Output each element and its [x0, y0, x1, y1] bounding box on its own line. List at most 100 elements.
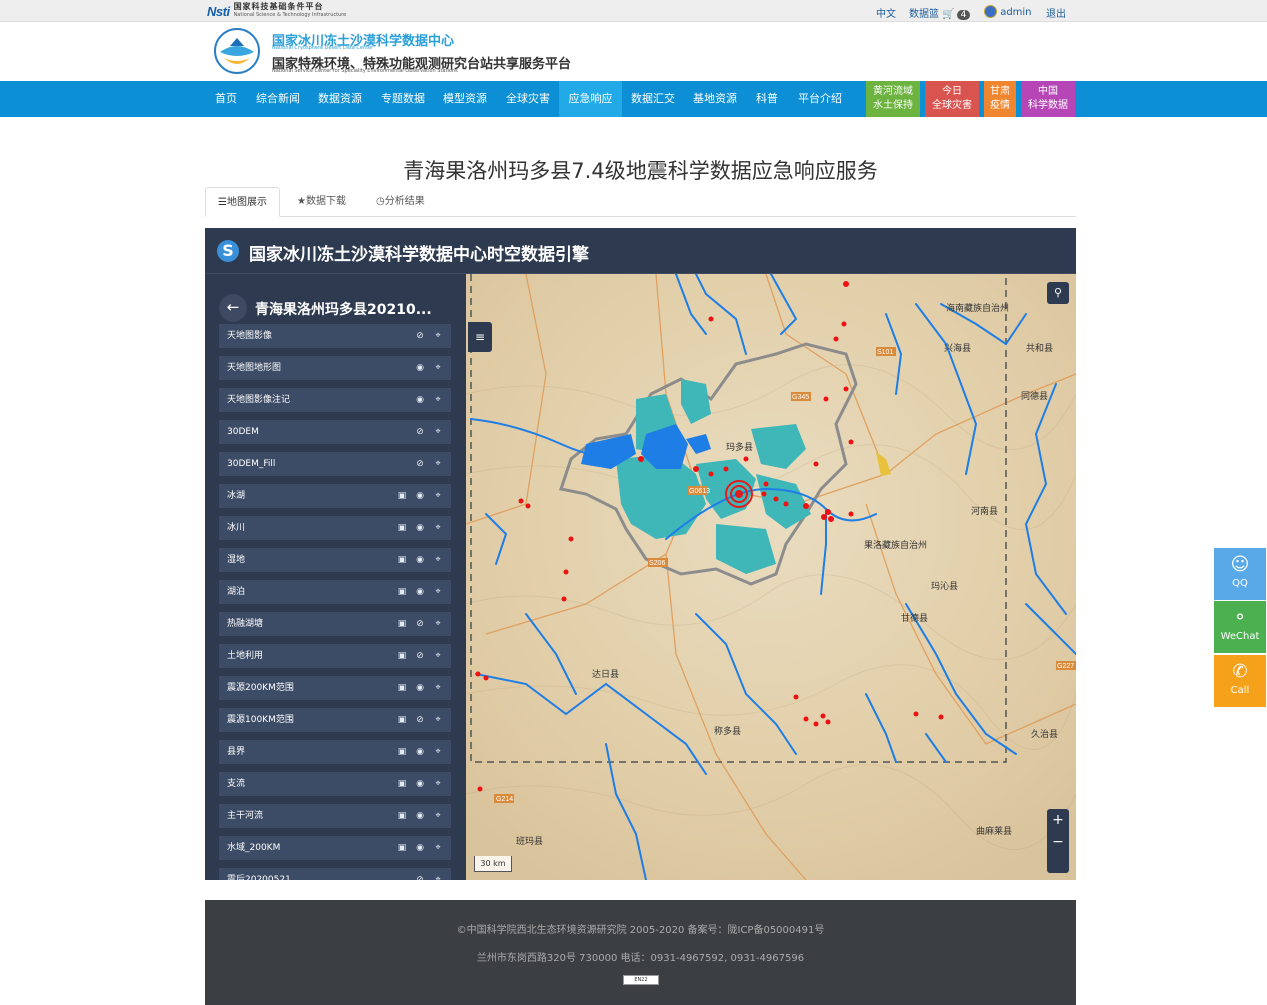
legend-icon[interactable]: ▣ — [397, 612, 407, 636]
nav-emergency-response[interactable]: 应急响应 — [559, 81, 622, 117]
tab-analysis-results[interactable]: ◷分析结果 — [364, 187, 437, 217]
toc-toggle-button[interactable]: ≡ — [468, 322, 492, 352]
nav-science[interactable]: 科普 — [751, 81, 783, 117]
nsti-logo[interactable]: Nsti 国家科技基础条件平台 National Science & Techn… — [207, 3, 346, 19]
layer-item[interactable]: 30DEM_Fill ⊘ ⌖ — [219, 452, 451, 476]
layer-item[interactable]: 热融湖塘 ▣ ⊘ ⌖ — [219, 612, 451, 636]
eye-icon[interactable]: ◉ — [415, 548, 425, 572]
layer-item[interactable]: 湖泊 ▣ ◉ ⌖ — [219, 580, 451, 604]
locate-icon[interactable]: ⌖ — [433, 484, 443, 508]
locate-icon[interactable]: ⌖ — [433, 580, 443, 604]
locate-icon[interactable]: ⌖ — [433, 868, 443, 880]
wechat-button[interactable]: ⚬ WeChat — [1214, 601, 1266, 653]
tag-china-science-data[interactable]: 中国 科学数据 — [1021, 81, 1075, 117]
locate-icon[interactable]: ⌖ — [433, 676, 443, 700]
locate-icon[interactable]: ⌖ — [433, 804, 443, 828]
tag-yellow-river[interactable]: 黄河流域 水土保持 — [866, 81, 920, 117]
eye-slash-icon[interactable]: ⊘ — [415, 324, 425, 348]
cart-link[interactable]: 数据篮 🛒 4 — [909, 5, 971, 20]
call-button[interactable]: ✆ Call — [1214, 655, 1266, 707]
legend-icon[interactable]: ▣ — [397, 676, 407, 700]
layer-item[interactable]: 冰湖 ▣ ◉ ⌖ — [219, 484, 451, 508]
legend-icon[interactable]: ▣ — [397, 516, 407, 540]
locate-icon[interactable]: ⌖ — [433, 548, 443, 572]
locate-icon[interactable]: ⌖ — [433, 452, 443, 476]
eye-slash-icon[interactable]: ⊘ — [415, 708, 425, 732]
map-view[interactable]: 海南藏族自治州 果洛藏族自治州 玛多县 兴海县 共和县 同德县 玛沁县 甘德县 … — [466, 274, 1076, 880]
tag-global-disasters[interactable]: 今日 全球灾害 — [925, 81, 979, 117]
zoom-in-button[interactable]: + — [1047, 809, 1069, 831]
layer-item[interactable]: 冰川 ▣ ◉ ⌖ — [219, 516, 451, 540]
eye-icon[interactable]: ◉ — [415, 356, 425, 380]
layer-item[interactable]: 土地利用 ▣ ⊘ ⌖ — [219, 644, 451, 668]
legend-icon[interactable]: ▣ — [397, 740, 407, 764]
layer-item[interactable]: 县界 ▣ ◉ ⌖ — [219, 740, 451, 764]
legend-icon[interactable]: ▣ — [397, 484, 407, 508]
eye-icon[interactable]: ◉ — [415, 772, 425, 796]
locate-icon[interactable]: ⌖ — [433, 612, 443, 636]
footer-badge[interactable]: EN22 — [623, 975, 659, 985]
locate-icon[interactable]: ⌖ — [433, 644, 443, 668]
back-button[interactable]: ← — [219, 294, 247, 322]
locate-icon[interactable]: ⌖ — [433, 836, 443, 860]
layer-item[interactable]: 湿地 ▣ ◉ ⌖ — [219, 548, 451, 572]
nav-model-resources[interactable]: 模型资源 — [439, 81, 491, 117]
locate-icon[interactable]: ⌖ — [433, 708, 443, 732]
locate-icon[interactable]: ⌖ — [433, 740, 443, 764]
logout-link[interactable]: 退出 — [1046, 5, 1066, 20]
nav-global-disasters[interactable]: 全球灾害 — [502, 81, 554, 117]
layer-item[interactable]: 主干河流 ▣ ◉ ⌖ — [219, 804, 451, 828]
locate-icon[interactable]: ⌖ — [433, 356, 443, 380]
legend-icon[interactable]: ▣ — [397, 772, 407, 796]
eye-icon[interactable]: ◉ — [415, 516, 425, 540]
layer-item[interactable]: 水域_200KM ▣ ◉ ⌖ — [219, 836, 451, 860]
nav-data-resources[interactable]: 数据资源 — [314, 81, 366, 117]
eye-icon[interactable]: ◉ — [415, 580, 425, 604]
locate-icon[interactable]: ⌖ — [433, 516, 443, 540]
zoom-out-button[interactable]: − — [1047, 831, 1069, 853]
legend-icon[interactable]: ▣ — [397, 708, 407, 732]
layer-item[interactable]: 30DEM ⊘ ⌖ — [219, 420, 451, 444]
locate-icon[interactable]: ⌖ — [433, 388, 443, 412]
center-logo[interactable] — [214, 28, 260, 74]
nav-home[interactable]: 首页 — [207, 81, 245, 117]
locate-icon[interactable]: ⌖ — [433, 324, 443, 348]
layer-item[interactable]: 支流 ▣ ◉ ⌖ — [219, 772, 451, 796]
eye-icon[interactable]: ◉ — [415, 804, 425, 828]
eye-slash-icon[interactable]: ⊘ — [415, 452, 425, 476]
legend-icon[interactable]: ▣ — [397, 580, 407, 604]
legend-icon[interactable]: ▣ — [397, 804, 407, 828]
eye-icon[interactable]: ◉ — [415, 484, 425, 508]
nav-data-submission[interactable]: 数据汇交 — [627, 81, 679, 117]
language-link[interactable]: 中文 — [876, 5, 896, 20]
legend-icon[interactable]: ▣ — [397, 836, 407, 860]
eye-icon[interactable]: ◉ — [415, 836, 425, 860]
eye-icon[interactable]: ◉ — [415, 676, 425, 700]
map-search-button[interactable]: ⚲ — [1047, 282, 1069, 304]
nav-news[interactable]: 综合新闻 — [252, 81, 304, 117]
user-menu[interactable]: admin — [984, 5, 1032, 18]
eye-slash-icon[interactable]: ⊘ — [415, 612, 425, 636]
layer-item[interactable]: 震后20200521 ⊘ ⌖ — [219, 868, 451, 880]
tab-data-download[interactable]: ★数据下载 — [285, 187, 358, 217]
nav-base-resources[interactable]: 基地资源 — [689, 81, 741, 117]
eye-slash-icon[interactable]: ⊘ — [415, 868, 425, 880]
layer-item[interactable]: 震源200KM范围 ▣ ◉ ⌖ — [219, 676, 451, 700]
layer-item[interactable]: 天地图影像注记 ◉ ⌖ — [219, 388, 451, 412]
eye-slash-icon[interactable]: ⊘ — [415, 644, 425, 668]
nav-about[interactable]: 平台介绍 — [793, 81, 847, 117]
locate-icon[interactable]: ⌖ — [433, 772, 443, 796]
eye-icon[interactable]: ◉ — [415, 388, 425, 412]
tab-map-view[interactable]: ☰地图展示 — [205, 187, 280, 217]
eye-icon[interactable]: ◉ — [415, 740, 425, 764]
legend-icon[interactable]: ▣ — [397, 548, 407, 572]
tag-gansu-epidemic[interactable]: 甘肃 疫情 — [984, 81, 1016, 117]
layer-item[interactable]: 天地图地形图 ◉ ⌖ — [219, 356, 451, 380]
nav-topic-data[interactable]: 专题数据 — [377, 81, 429, 117]
layer-item[interactable]: 天地图影像 ⊘ ⌖ — [219, 324, 451, 348]
locate-icon[interactable]: ⌖ — [433, 420, 443, 444]
legend-icon[interactable]: ▣ — [397, 644, 407, 668]
qq-button[interactable]: ☺ QQ — [1214, 548, 1266, 600]
eye-slash-icon[interactable]: ⊘ — [415, 420, 425, 444]
layer-item[interactable]: 震源100KM范围 ▣ ⊘ ⌖ — [219, 708, 451, 732]
